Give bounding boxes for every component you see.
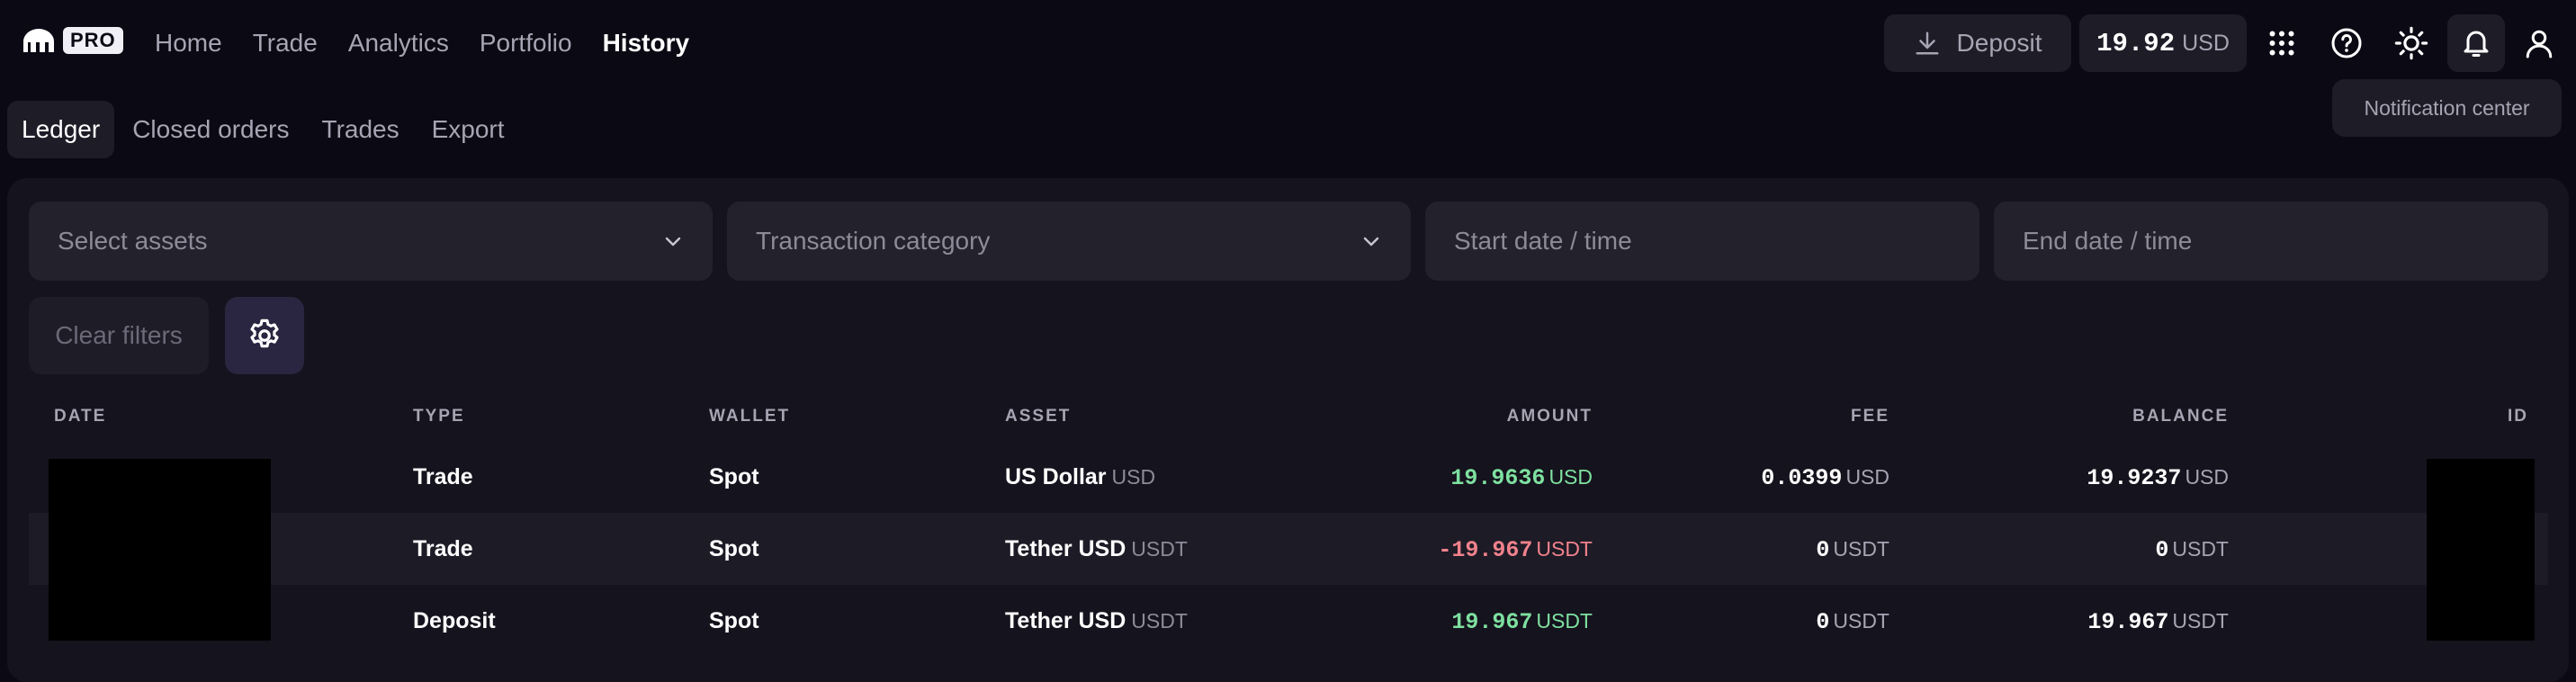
start-date-placeholder: Start date / time — [1454, 227, 1632, 255]
nav-analytics[interactable]: Analytics — [348, 25, 449, 61]
nav-trade[interactable]: Trade — [253, 25, 318, 61]
asset-name: Tether USD — [1005, 536, 1126, 561]
start-date-input[interactable]: Start date / time — [1425, 202, 1979, 281]
amount-currency: USDT — [1536, 537, 1593, 561]
tab-ledger[interactable]: Ledger — [7, 101, 115, 158]
balance-button[interactable]: 19.92 USD — [2079, 14, 2247, 72]
notifications-button[interactable] — [2447, 14, 2505, 72]
asset-code: USD — [1111, 465, 1156, 489]
deposit-label: Deposit — [1956, 29, 2042, 57]
table-settings-button[interactable] — [225, 297, 304, 374]
kraken-pro-logo[interactable]: PRO — [20, 27, 123, 54]
cell-fee: 0 USDT — [1603, 513, 1889, 585]
cell-fee: 0 USDT — [1603, 585, 1889, 657]
asset-name: Tether USD — [1005, 608, 1126, 633]
table-row[interactable]: Trade Spot Tether USD USDT -19.967 USDT 0U… — [29, 513, 2548, 585]
tab-closed-orders[interactable]: Closed orders — [118, 101, 303, 158]
fee-currency: USDT — [1833, 537, 1889, 561]
end-date-input[interactable]: End date / time — [1994, 202, 2548, 281]
main-nav: Home Trade Analytics Portfolio History — [155, 25, 689, 61]
column-header-wallet[interactable]: WALLET — [709, 407, 790, 426]
cell-wallet: Spot — [709, 464, 759, 489]
column-header-balance[interactable]: BALANCE — [2049, 407, 2229, 426]
balance-currency: USD — [2182, 30, 2230, 56]
fee-currency: USD — [1845, 465, 1889, 489]
amount-value: -19.967 — [1438, 537, 1533, 563]
cell-asset: US Dollar USD — [1005, 441, 1155, 513]
redacted-date-column — [49, 459, 271, 641]
table-row[interactable]: Deposit Spot Tether USD USDT 19.967 USDT 0… — [29, 585, 2548, 657]
fee-value: 0 — [1816, 537, 1830, 563]
select-assets-dropdown[interactable]: Select assets — [29, 202, 713, 281]
cell-asset: Tether USD USDT — [1005, 513, 1188, 585]
cell-fee: 0.0399 USD — [1603, 441, 1889, 513]
amount-currency: USDT — [1536, 609, 1593, 633]
column-header-id[interactable]: ID — [2429, 407, 2528, 426]
gear-icon — [250, 319, 279, 348]
fee-value: 0.0399 — [1761, 465, 1843, 491]
cell-balance: 19.967 USDT — [1918, 585, 2229, 657]
account-button[interactable] — [2510, 14, 2568, 72]
asset-code: USDT — [1131, 537, 1188, 561]
fee-value: 0 — [1816, 609, 1830, 635]
cell-asset: Tether USD USDT — [1005, 585, 1188, 657]
theme-toggle-button[interactable] — [2383, 14, 2440, 72]
nav-history[interactable]: History — [603, 25, 689, 61]
tab-trades[interactable]: Trades — [308, 101, 414, 158]
balance-currency: USDT — [2172, 537, 2229, 561]
amount-currency: USD — [1548, 465, 1593, 489]
balance-value: 19.9237 — [2087, 465, 2182, 491]
cell-wallet: Spot — [709, 608, 759, 633]
column-header-fee[interactable]: FEE — [1710, 407, 1889, 426]
cell-type: Trade — [413, 464, 473, 489]
asset-code: USDT — [1131, 609, 1188, 633]
download-icon — [1916, 31, 1939, 55]
column-header-date[interactable]: DATE — [54, 407, 106, 426]
column-header-amount[interactable]: AMOUNT — [1413, 407, 1593, 426]
theme-sun-icon — [2394, 26, 2428, 60]
user-icon — [2526, 30, 2553, 58]
pro-badge: PRO — [63, 27, 123, 54]
help-icon — [2331, 28, 2362, 58]
cell-wallet: Spot — [709, 536, 759, 561]
chevron-down-icon — [1363, 237, 1379, 247]
cell-balance: 19.9237 USD — [1918, 441, 2229, 513]
transaction-category-placeholder: Transaction category — [756, 227, 991, 255]
column-header-asset[interactable]: ASSET — [1005, 407, 1071, 426]
balance-value: 19.967 — [2087, 609, 2169, 635]
bell-icon — [2464, 31, 2489, 57]
apps-grid-icon — [2269, 31, 2294, 56]
apps-grid-button[interactable] — [2253, 14, 2311, 72]
cell-balance: 0 USDT — [1918, 513, 2229, 585]
deposit-button[interactable]: Deposit — [1884, 14, 2071, 72]
balance-value: 19.92 — [2096, 28, 2176, 58]
amount-value: 19.9636 — [1450, 465, 1546, 491]
table-row[interactable]: Trade Spot US Dollar USD 19.9636 USD 0.039… — [29, 441, 2548, 513]
cell-type: Trade — [413, 536, 473, 561]
balance-value: 0 — [2155, 537, 2169, 563]
clear-filters-button[interactable]: Clear filters — [29, 297, 209, 374]
end-date-placeholder: End date / time — [2023, 227, 2193, 255]
cell-amount: -19.967 USDT — [1288, 513, 1593, 585]
nav-portfolio[interactable]: Portfolio — [480, 25, 572, 61]
asset-name: US Dollar — [1005, 464, 1107, 489]
nav-home[interactable]: Home — [155, 25, 222, 61]
balance-currency: USDT — [2172, 609, 2229, 633]
cell-type: Deposit — [413, 608, 496, 633]
notification-tooltip: Notification center — [2332, 79, 2562, 137]
cell-amount: 19.967 USDT — [1288, 585, 1593, 657]
redacted-id-column — [2427, 459, 2535, 641]
kraken-logo-icon — [23, 29, 54, 52]
fee-currency: USDT — [1833, 609, 1889, 633]
balance-currency: USD — [2185, 465, 2229, 489]
chevron-down-icon — [665, 237, 681, 247]
select-assets-placeholder: Select assets — [58, 227, 208, 255]
tab-export[interactable]: Export — [417, 101, 519, 158]
help-button[interactable] — [2318, 14, 2375, 72]
column-header-type[interactable]: TYPE — [413, 407, 465, 426]
history-tabs: Ledger Closed orders Trades Export — [7, 101, 519, 158]
transaction-category-dropdown[interactable]: Transaction category — [727, 202, 1411, 281]
amount-value: 19.967 — [1451, 609, 1533, 635]
cell-amount: 19.9636 USD — [1288, 441, 1593, 513]
